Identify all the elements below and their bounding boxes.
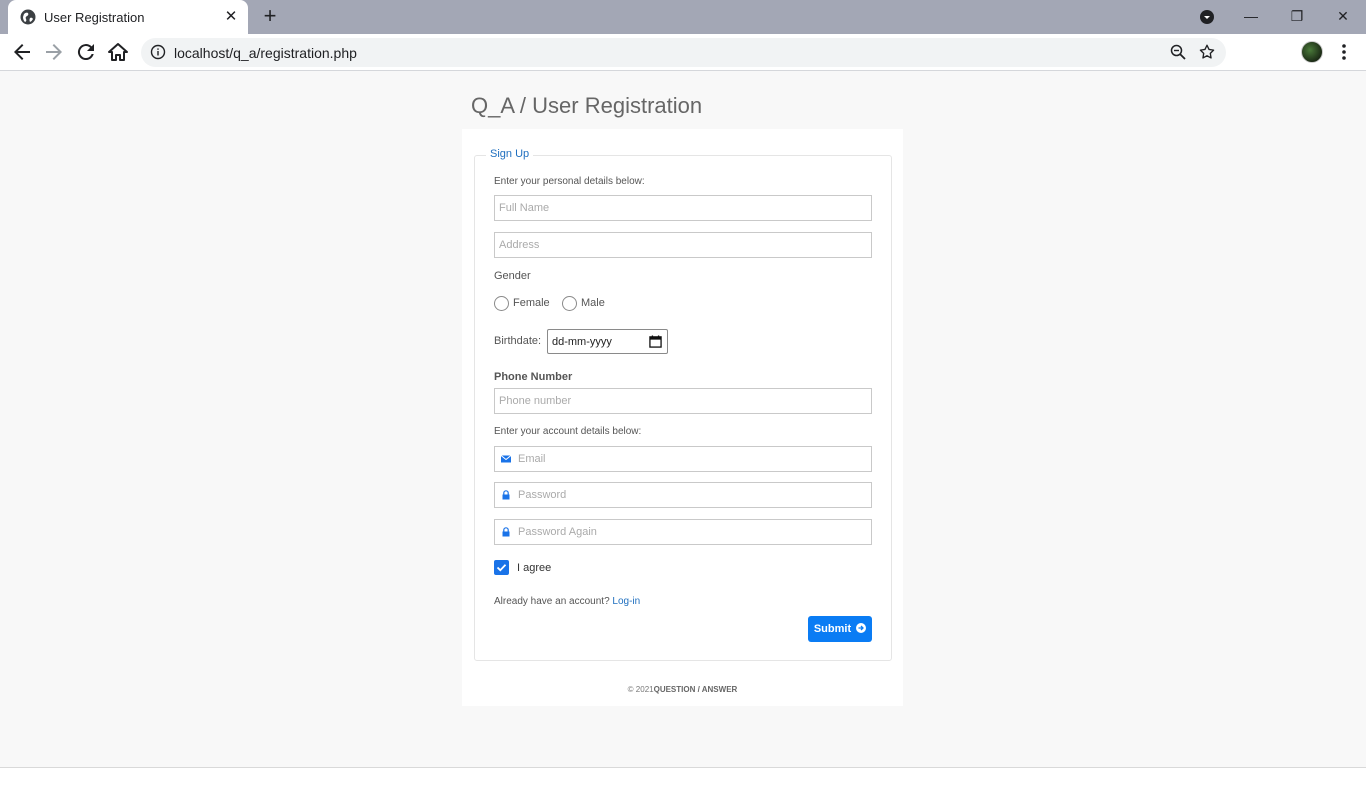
login-link[interactable]: Log-in	[612, 596, 640, 607]
gender-radio-group: Female Male	[494, 296, 694, 312]
gender-female-label[interactable]: Female	[513, 297, 550, 309]
kebab-menu-icon[interactable]	[1336, 42, 1352, 62]
tab-bar: User Registration ✕ + — ❐ ✕	[0, 0, 1366, 34]
already-account-text: Already have an account? Log-in	[494, 596, 640, 607]
password-placeholder: Password	[518, 489, 567, 501]
personal-details-hint: Enter your personal details below:	[494, 176, 645, 187]
minimize-button[interactable]: —	[1228, 0, 1274, 34]
signup-fieldset: Sign Up Enter your personal details belo…	[474, 148, 892, 661]
signup-legend: Sign Up	[486, 148, 534, 160]
envelope-icon	[501, 455, 511, 463]
password-again-input[interactable]: Password Again	[494, 519, 872, 545]
home-icon[interactable]	[106, 40, 130, 64]
gender-female-radio[interactable]	[494, 296, 509, 311]
reload-icon[interactable]	[74, 40, 98, 64]
account-details-hint: Enter your account details below:	[494, 426, 642, 437]
browser-toolbar: localhost/q_a/registration.php	[0, 34, 1366, 95]
page-title: Q_A / User Registration	[471, 93, 703, 118]
status-strip	[0, 767, 1366, 786]
url-text[interactable]: localhost/q_a/registration.php	[174, 45, 357, 61]
registration-card: Sign Up Enter your personal details belo…	[462, 129, 903, 706]
tab-search-icon[interactable]	[1199, 9, 1215, 25]
full-name-input[interactable]: Full Name	[494, 195, 872, 221]
address-input[interactable]: Address	[494, 232, 872, 258]
phone-label: Phone Number	[494, 371, 573, 383]
already-account-label: Already have an account?	[494, 596, 610, 607]
page-viewport: Q_A / User Registration Sign Up Enter yo…	[0, 71, 1366, 767]
zoom-out-icon[interactable]	[1170, 44, 1186, 60]
birthdate-value: dd-mm-yyyy	[552, 336, 612, 348]
agree-checkbox[interactable]	[494, 560, 509, 575]
agree-label[interactable]: I agree	[517, 562, 551, 574]
gender-male-radio[interactable]	[562, 296, 577, 311]
password-input[interactable]: Password	[494, 482, 872, 508]
birthdate-label: Birthdate:	[494, 335, 542, 347]
footer-brand: QUESTION / ANSWER	[653, 685, 738, 694]
footer: © 2021QUESTION / ANSWER	[462, 685, 903, 694]
tab-title: User Registration	[44, 10, 145, 25]
lock-icon	[502, 490, 510, 500]
birthdate-input[interactable]: dd-mm-yyyy	[547, 329, 668, 354]
footer-copyright: © 2021	[627, 685, 654, 694]
back-arrow-icon[interactable]	[10, 40, 34, 64]
profile-avatar[interactable]	[1301, 41, 1323, 63]
email-placeholder: Email	[518, 453, 546, 465]
window-close-button[interactable]: ✕	[1320, 0, 1366, 34]
forward-arrow-icon[interactable]	[42, 40, 66, 64]
new-tab-button[interactable]: +	[258, 5, 282, 29]
arrow-circle-right-icon	[856, 623, 867, 633]
calendar-icon[interactable]	[649, 335, 662, 348]
email-input[interactable]: Email	[494, 446, 872, 472]
site-info-icon[interactable]	[150, 44, 166, 60]
gender-label: Gender	[494, 270, 531, 282]
restore-button[interactable]: ❐	[1274, 0, 1320, 34]
bookmark-star-icon[interactable]	[1198, 43, 1216, 61]
submit-label: Submit	[813, 623, 852, 635]
checkmark-icon	[496, 564, 507, 572]
submit-button[interactable]: Submit	[808, 616, 872, 642]
gender-male-label[interactable]: Male	[581, 297, 605, 309]
tab-close-icon[interactable]: ✕	[222, 8, 240, 26]
address-bar[interactable]: localhost/q_a/registration.php	[141, 38, 1226, 67]
lock-icon	[502, 527, 510, 537]
phone-input[interactable]: Phone number	[494, 388, 872, 414]
globe-icon	[20, 9, 36, 25]
password-again-placeholder: Password Again	[518, 526, 597, 538]
tab-user-registration[interactable]: User Registration ✕	[8, 0, 248, 34]
